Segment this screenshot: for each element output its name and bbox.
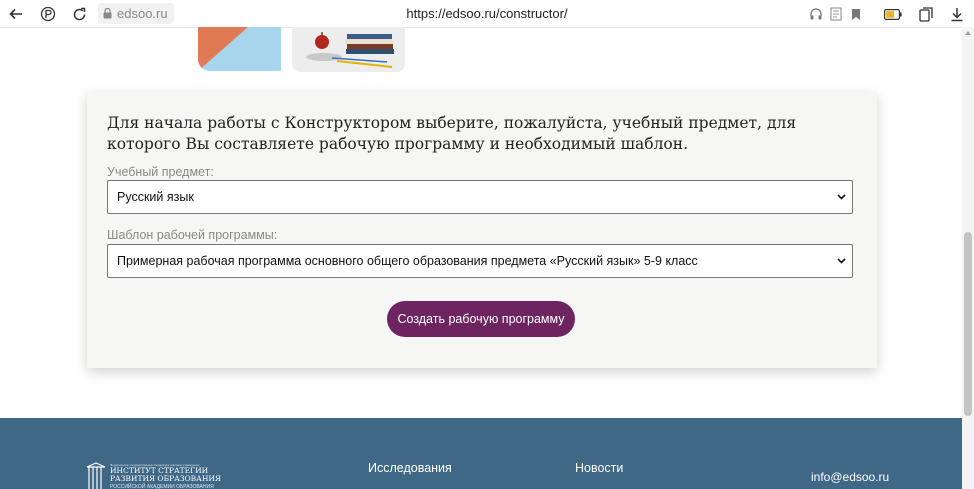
footer-link-news[interactable]: Новости — [575, 461, 623, 475]
intro-text: Для начала работы с Конструктором выбери… — [107, 114, 797, 153]
subject-image-tile — [198, 27, 281, 71]
subject-select[interactable]: Русский язык — [107, 180, 853, 214]
subject-select-value: Русский язык — [117, 190, 194, 204]
create-program-button[interactable]: Создать рабочую программу — [387, 301, 575, 337]
chevron-down-icon — [837, 194, 846, 200]
scroll-up-arrow[interactable] — [965, 31, 971, 35]
template-select[interactable]: Примерная рабочая программа основного об… — [107, 244, 853, 278]
scrollbar-thumb[interactable] — [964, 232, 972, 416]
template-label: Шаблон рабочей программы: — [107, 228, 278, 242]
institute-logo[interactable]: Федеральное государственное бюджетное на… — [85, 462, 225, 489]
footer-email[interactable]: info@edsoo.ru — [811, 470, 889, 484]
browser-toolbar: edsoo.ru https://edsoo.ru/constructor/ — [0, 0, 974, 28]
svg-text:РОССИЙСКОЙ АКАДЕМИИ ОБРАЗОВАНИ: РОССИЙСКОЙ АКАДЕМИИ ОБРАЗОВАНИЯ — [110, 482, 214, 489]
svg-text:РАЗВИТИЯ ОБРАЗОВАНИЯ: РАЗВИТИЯ ОБРАЗОВАНИЯ — [110, 474, 221, 483]
template-select-value: Примерная рабочая программа основного об… — [117, 254, 698, 268]
headphones-icon[interactable] — [806, 4, 826, 24]
chevron-down-icon — [837, 258, 846, 264]
download-icon[interactable] — [947, 4, 967, 24]
reader-icon[interactable] — [826, 4, 846, 24]
battery-icon[interactable] — [883, 4, 903, 24]
collections-icon[interactable] — [916, 4, 936, 24]
constructor-card: Для начала работы с Конструктором выбери… — [87, 92, 877, 368]
footer-link-research[interactable]: Исследования — [368, 461, 452, 475]
subject-label: Учебный предмет: — [107, 165, 214, 179]
site-footer: Федеральное государственное бюджетное на… — [0, 418, 962, 489]
books-apple-image — [292, 27, 405, 72]
bookmark-icon[interactable] — [846, 4, 866, 24]
url-text: https://edsoo.ru/constructor/ — [406, 6, 568, 21]
